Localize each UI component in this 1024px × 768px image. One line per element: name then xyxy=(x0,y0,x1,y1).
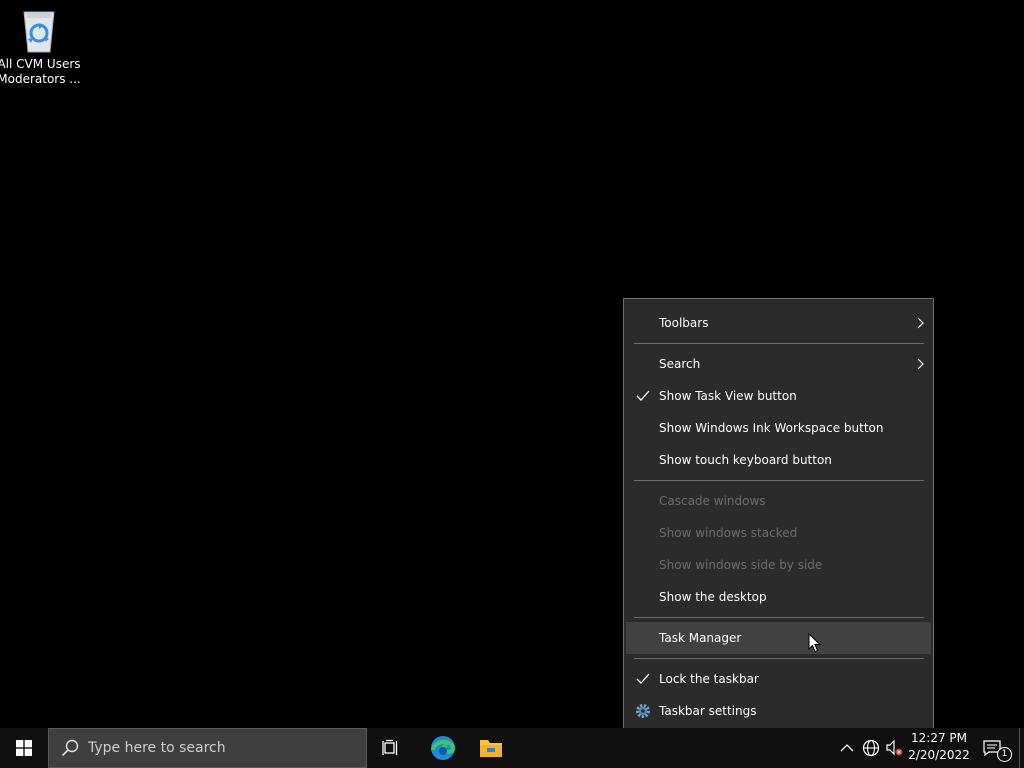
menu-item-show-task-view[interactable]: Show Task View button xyxy=(626,380,931,412)
gear-icon xyxy=(636,704,650,718)
network-icon[interactable] xyxy=(862,739,880,757)
menu-item-label: Task Manager xyxy=(659,631,742,645)
recycle-bin-icon xyxy=(23,11,55,53)
menu-item-label: Show Windows Ink Workspace button xyxy=(659,421,884,435)
file-explorer-icon xyxy=(480,740,502,757)
menu-item-task-manager[interactable]: Task Manager xyxy=(626,622,931,654)
menu-item-label: Show touch keyboard button xyxy=(659,453,832,467)
task-view-button[interactable] xyxy=(368,728,416,768)
menu-separator xyxy=(634,343,924,344)
search-icon xyxy=(61,739,79,757)
menu-separator xyxy=(634,617,924,618)
taskbar: Type here to search 12:27 PM 2/20/2022 1 xyxy=(0,728,1024,768)
menu-item-search[interactable]: Search xyxy=(626,348,931,380)
desktop-icon-recycle-bin[interactable]: All CVM Users Moderators ... xyxy=(0,6,81,87)
taskbar-search-box[interactable]: Type here to search xyxy=(48,728,367,768)
menu-item-label: Show Task View button xyxy=(659,389,797,403)
menu-item-show-desktop[interactable]: Show the desktop xyxy=(626,581,931,613)
desktop-icon-label-line2: Moderators ... xyxy=(0,72,81,86)
search-placeholder: Type here to search xyxy=(88,740,226,756)
taskbar-clock[interactable]: 12:27 PM 2/20/2022 xyxy=(906,730,972,766)
chevron-right-icon xyxy=(917,358,924,370)
checkmark-icon xyxy=(636,390,650,401)
file-explorer-taskbar-button[interactable] xyxy=(467,728,515,768)
menu-item-lock-taskbar[interactable]: Lock the taskbar xyxy=(626,663,931,695)
clock-time: 12:27 PM xyxy=(911,731,967,745)
menu-item-show-windows-stacked: Show windows stacked xyxy=(626,517,931,549)
clock-date: 2/20/2022 xyxy=(908,748,970,762)
checkmark-icon xyxy=(636,673,650,684)
menu-item-cascade-windows: Cascade windows xyxy=(626,485,931,517)
edge-icon xyxy=(431,736,456,760)
windows-logo-icon xyxy=(16,740,32,756)
edge-taskbar-button[interactable] xyxy=(419,728,467,768)
menu-item-label: Show the desktop xyxy=(659,590,767,604)
mouse-cursor-icon xyxy=(808,633,822,653)
menu-separator xyxy=(634,480,924,481)
taskbar-context-menu: Toolbars Search Show Task View button Sh… xyxy=(623,298,934,735)
chevron-up-icon[interactable] xyxy=(838,739,856,757)
menu-item-taskbar-settings[interactable]: Taskbar settings xyxy=(626,695,931,727)
show-desktop-button[interactable] xyxy=(1019,728,1024,768)
notification-count-badge: 1 xyxy=(997,747,1012,762)
menu-item-toolbars[interactable]: Toolbars xyxy=(626,307,931,339)
menu-item-label: Cascade windows xyxy=(659,494,766,508)
menu-item-show-ink-workspace[interactable]: Show Windows Ink Workspace button xyxy=(626,412,931,444)
menu-item-label: Show windows side by side xyxy=(659,558,823,572)
chevron-right-icon xyxy=(917,317,924,329)
menu-item-label: Toolbars xyxy=(659,316,709,330)
volume-muted-icon[interactable] xyxy=(885,739,903,757)
menu-item-label: Show windows stacked xyxy=(659,526,798,540)
menu-separator xyxy=(634,658,924,659)
menu-item-show-windows-side-by-side: Show windows side by side xyxy=(626,549,931,581)
menu-item-label: Lock the taskbar xyxy=(659,672,759,686)
desktop-icon-label-line1: All CVM Users xyxy=(0,57,81,71)
menu-item-label: Taskbar settings xyxy=(659,704,757,718)
menu-item-label: Search xyxy=(659,357,701,371)
menu-item-show-touch-keyboard[interactable]: Show touch keyboard button xyxy=(626,444,931,476)
start-button[interactable] xyxy=(0,728,48,768)
task-view-icon xyxy=(382,739,398,755)
action-center-button[interactable]: 1 xyxy=(980,728,1020,768)
